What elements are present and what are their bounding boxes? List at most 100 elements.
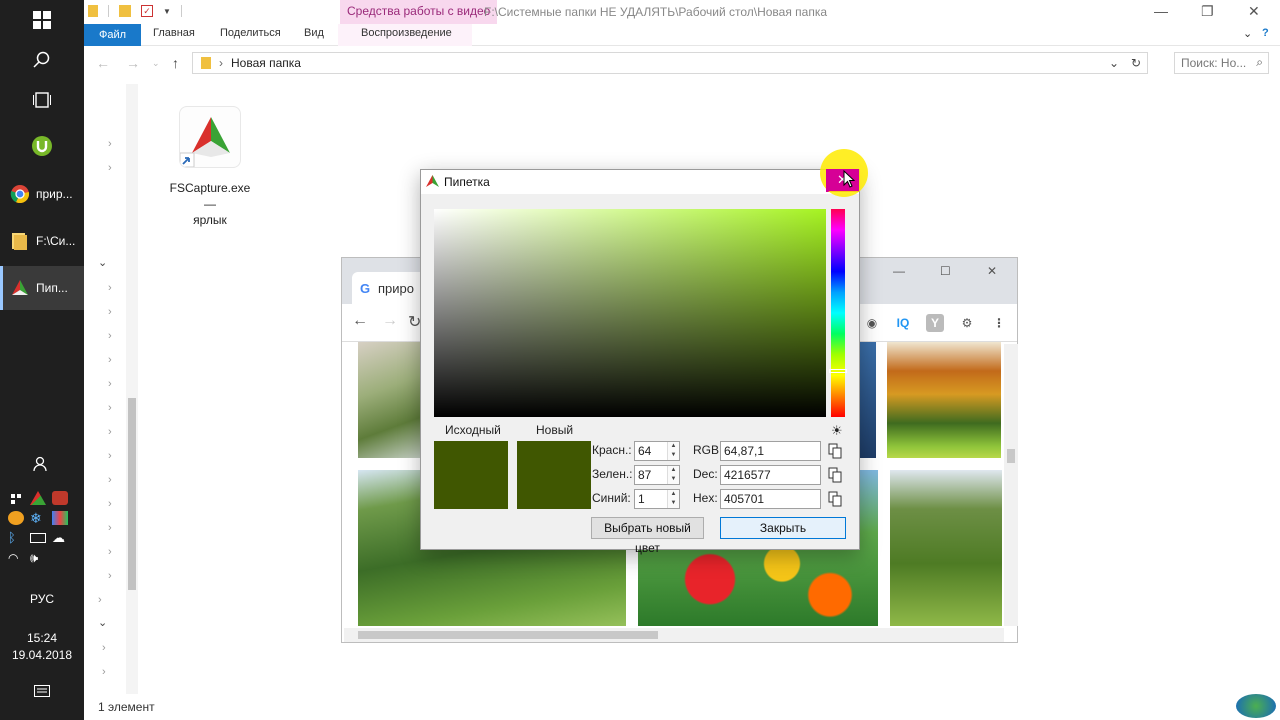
spin-arrows-icon[interactable]: ▲ ▼ xyxy=(667,490,679,508)
tab-view[interactable]: Вид xyxy=(304,27,324,39)
red-spinbox[interactable]: 64 ▲ ▼ xyxy=(634,441,680,461)
photo-thumbnail[interactable] xyxy=(890,470,1002,626)
tray-colorful-icon[interactable] xyxy=(52,511,68,525)
iq-extension-icon[interactable]: IQ xyxy=(894,314,912,332)
expand-chevron-icon[interactable]: › xyxy=(108,498,112,510)
dec-field[interactable]: 4216577 xyxy=(720,465,821,485)
forward-icon[interactable]: → xyxy=(126,55,140,71)
file-item-fscapture[interactable]: FSCapture.exe — ярлык xyxy=(162,92,258,228)
expand-chevron-icon[interactable]: › xyxy=(108,138,112,150)
chrome-maximize-button[interactable]: ☐ xyxy=(940,264,951,278)
tab-playback[interactable]: Воспроизведение xyxy=(361,27,452,39)
expand-chevron-icon[interactable]: › xyxy=(108,450,112,462)
settings-sliders-icon[interactable]: ⚙ xyxy=(958,314,976,332)
start-windows-icon[interactable] xyxy=(0,0,84,40)
customize-dropdown-icon[interactable]: ▼ xyxy=(163,7,171,16)
taskbar-app-chrome[interactable]: прир... xyxy=(0,172,84,216)
ribbon-expand-icon[interactable]: ⌄ xyxy=(1243,27,1252,40)
chrome-close-button[interactable]: ✕ xyxy=(987,264,997,278)
search-icon[interactable] xyxy=(0,40,84,80)
scroll-thumb[interactable] xyxy=(358,631,658,639)
spin-arrows-icon[interactable]: ▲ ▼ xyxy=(667,466,679,484)
blue-spinbox[interactable]: 1 ▲ ▼ xyxy=(634,489,680,509)
hue-slider-marker[interactable] xyxy=(829,369,847,373)
minimize-button[interactable]: — xyxy=(1154,3,1168,19)
properties-icon[interactable]: ✓ xyxy=(141,5,153,17)
taskbar-app-fscapture[interactable]: Пип... xyxy=(0,266,84,310)
expand-chevron-icon[interactable]: › xyxy=(108,306,112,318)
address-dropdown-icon[interactable]: ⌄ xyxy=(1109,56,1119,70)
copy-dec-icon[interactable] xyxy=(827,467,843,483)
photo-thumbnail[interactable] xyxy=(858,342,876,458)
refresh-icon[interactable]: ↻ xyxy=(1131,56,1141,70)
task-view-icon[interactable] xyxy=(0,80,84,120)
new-folder-icon[interactable] xyxy=(119,5,131,17)
tray-app-icon[interactable] xyxy=(8,491,24,505)
cloud-icon[interactable]: ☁ xyxy=(52,531,68,545)
copy-rgb-icon[interactable] xyxy=(827,443,843,459)
expand-chevron-icon[interactable]: › xyxy=(108,282,112,294)
brightness-sun-icon[interactable]: ☀ xyxy=(831,423,843,439)
navpane-scrollbar[interactable] xyxy=(126,84,138,694)
expand-chevron-icon[interactable]: › xyxy=(108,378,112,390)
tray-red-icon[interactable] xyxy=(52,491,68,505)
restore-button[interactable]: ❐ xyxy=(1201,3,1214,20)
green-spinbox[interactable]: 87 ▲ ▼ xyxy=(634,465,680,485)
expand-chevron-icon[interactable]: › xyxy=(102,642,106,654)
tray-paw-icon[interactable] xyxy=(8,511,24,525)
clock[interactable]: 15:24 19.04.2018 xyxy=(0,630,84,664)
chrome-vertical-scrollbar[interactable] xyxy=(1004,344,1018,626)
tab-share[interactable]: Поделиться xyxy=(220,27,281,39)
expand-chevron-icon[interactable]: › xyxy=(108,426,112,438)
collapse-chevron-icon[interactable]: ⌄ xyxy=(98,256,107,269)
help-icon[interactable]: ? xyxy=(1262,27,1269,39)
expand-chevron-icon[interactable]: › xyxy=(108,330,112,342)
chrome-minimize-button[interactable]: — xyxy=(893,264,905,278)
navpane-scroll-thumb[interactable] xyxy=(128,398,136,590)
language-indicator[interactable]: РУС xyxy=(0,592,84,606)
tab-home[interactable]: Главная xyxy=(153,27,195,39)
up-icon[interactable]: ↑ xyxy=(172,55,179,71)
eye-extension-icon[interactable]: ◉ xyxy=(863,314,881,332)
snowflake-icon[interactable]: ❄ xyxy=(30,511,46,525)
expand-chevron-icon[interactable]: › xyxy=(108,546,112,558)
close-window-button[interactable]: ✕ xyxy=(1248,3,1260,20)
fscapture-tray-icon[interactable] xyxy=(30,491,46,505)
tab-file[interactable]: Файл xyxy=(84,24,141,46)
back-icon[interactable]: ← xyxy=(352,312,368,330)
people-icon[interactable] xyxy=(0,444,84,484)
expand-chevron-icon[interactable]: › xyxy=(108,354,112,366)
taskbar-app-explorer[interactable]: F:\Си... xyxy=(0,219,84,263)
breadcrumb[interactable]: Новая папка xyxy=(231,56,301,70)
expand-chevron-icon[interactable]: › xyxy=(108,474,112,486)
bluetooth-icon[interactable]: ᛒ xyxy=(8,531,24,545)
photo-thumbnail[interactable] xyxy=(887,342,1001,458)
battery-icon[interactable] xyxy=(30,533,46,543)
expand-chevron-icon[interactable]: › xyxy=(108,402,112,414)
expand-chevron-icon[interactable]: › xyxy=(108,522,112,534)
rgb-field[interactable]: 64,87,1 xyxy=(720,441,821,461)
back-icon[interactable]: ← xyxy=(96,55,110,71)
y-extension-icon[interactable]: Y xyxy=(926,314,944,332)
hue-slider[interactable] xyxy=(831,209,845,417)
copy-hex-icon[interactable] xyxy=(827,491,843,507)
utorrent-icon[interactable] xyxy=(0,126,84,166)
pick-new-color-button[interactable]: Выбрать новый цвет xyxy=(591,517,704,555)
notifications-icon[interactable] xyxy=(0,672,84,712)
expand-chevron-icon[interactable]: › xyxy=(102,666,106,678)
expand-chevron-icon[interactable]: › xyxy=(98,594,102,606)
hex-field[interactable]: 405701 xyxy=(720,489,821,509)
volume-icon[interactable]: 🕪 xyxy=(30,551,46,565)
expand-chevron-icon[interactable]: › xyxy=(108,162,112,174)
expand-chevron-icon[interactable]: › xyxy=(108,570,112,582)
search-input[interactable]: Поиск: Но... ⌕ xyxy=(1174,52,1269,74)
dialog-titlebar[interactable]: Пипетка ✕ xyxy=(421,170,859,194)
recent-dropdown-icon[interactable]: ⌄ xyxy=(152,58,160,69)
forward-icon[interactable]: → xyxy=(382,312,398,330)
spin-arrows-icon[interactable]: ▲ ▼ xyxy=(667,442,679,460)
close-dialog-button[interactable]: Закрыть xyxy=(720,517,846,539)
photo-thumbnail[interactable] xyxy=(358,342,424,458)
collapse-chevron-icon[interactable]: ⌄ xyxy=(98,616,107,629)
scroll-thumb[interactable] xyxy=(1007,449,1015,463)
network-icon[interactable]: ◠ xyxy=(8,551,24,565)
